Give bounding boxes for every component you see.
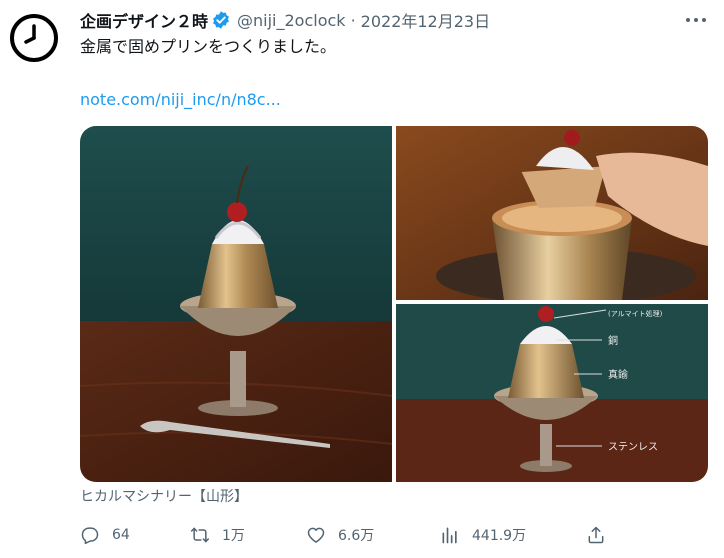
share-icon bbox=[588, 526, 604, 544]
tweet-link[interactable]: note.com/niji_inc/n/n8c... bbox=[80, 90, 281, 109]
retweet-button[interactable]: 1万 bbox=[190, 522, 245, 548]
more-icon-dot bbox=[702, 18, 706, 22]
materials-diagram-photo-image: (アルマイト処理) 銅 真鍮 ステンレス bbox=[396, 304, 708, 482]
more-icon bbox=[686, 18, 690, 22]
more-icon-dot bbox=[694, 18, 698, 22]
views-count: 441.9万 bbox=[472, 528, 527, 544]
label-copper: 銅 bbox=[608, 334, 618, 347]
share-button[interactable] bbox=[586, 522, 618, 548]
reply-button[interactable]: 64 bbox=[80, 522, 130, 548]
label-brass: 真鍮 bbox=[608, 368, 628, 381]
display-name[interactable]: 企画デザイン２時 bbox=[80, 8, 208, 32]
avatar[interactable] bbox=[10, 14, 58, 62]
tweet-text: 金属で固めプリンをつくりました。 bbox=[80, 37, 337, 56]
retweet-count: 1万 bbox=[222, 528, 245, 544]
more-options-button[interactable] bbox=[682, 6, 710, 34]
separator-dot: · bbox=[350, 10, 356, 30]
clock-avatar-icon bbox=[24, 24, 36, 44]
tweet-header: 企画デザイン２時 @niji_2oclock · 2022年12月23日 bbox=[80, 8, 490, 32]
user-handle[interactable]: @niji_2oclock bbox=[237, 11, 346, 30]
like-button[interactable]: 6.6万 bbox=[306, 522, 374, 548]
tweet-date[interactable]: 2022年12月23日 bbox=[361, 8, 490, 32]
media-caption[interactable]: ヒカルマシナリー【山形】 bbox=[80, 486, 248, 506]
reply-icon bbox=[81, 527, 99, 545]
media-grid: (アルマイト処理) 銅 真鍮 ステンレス bbox=[80, 126, 708, 482]
retweet-icon bbox=[190, 527, 210, 543]
pudding-photo-image bbox=[80, 126, 392, 482]
action-bar: 64 1万 6.6万 441.9万 bbox=[80, 522, 620, 548]
lifting-lid-photo-image bbox=[396, 126, 708, 300]
verified-badge-icon bbox=[213, 11, 229, 29]
reply-count: 64 bbox=[112, 527, 130, 543]
media-photo-3[interactable]: (アルマイト処理) 銅 真鍮 ステンレス bbox=[396, 304, 708, 482]
label-alumite: (アルマイト処理) bbox=[608, 309, 663, 318]
views-icon bbox=[442, 527, 457, 544]
label-stainless: ステンレス bbox=[608, 442, 658, 453]
like-count: 6.6万 bbox=[338, 528, 375, 544]
media-photo-2[interactable] bbox=[396, 126, 708, 300]
like-icon bbox=[307, 527, 325, 543]
media-photo-1[interactable] bbox=[80, 126, 392, 482]
views-button[interactable]: 441.9万 bbox=[440, 522, 526, 548]
